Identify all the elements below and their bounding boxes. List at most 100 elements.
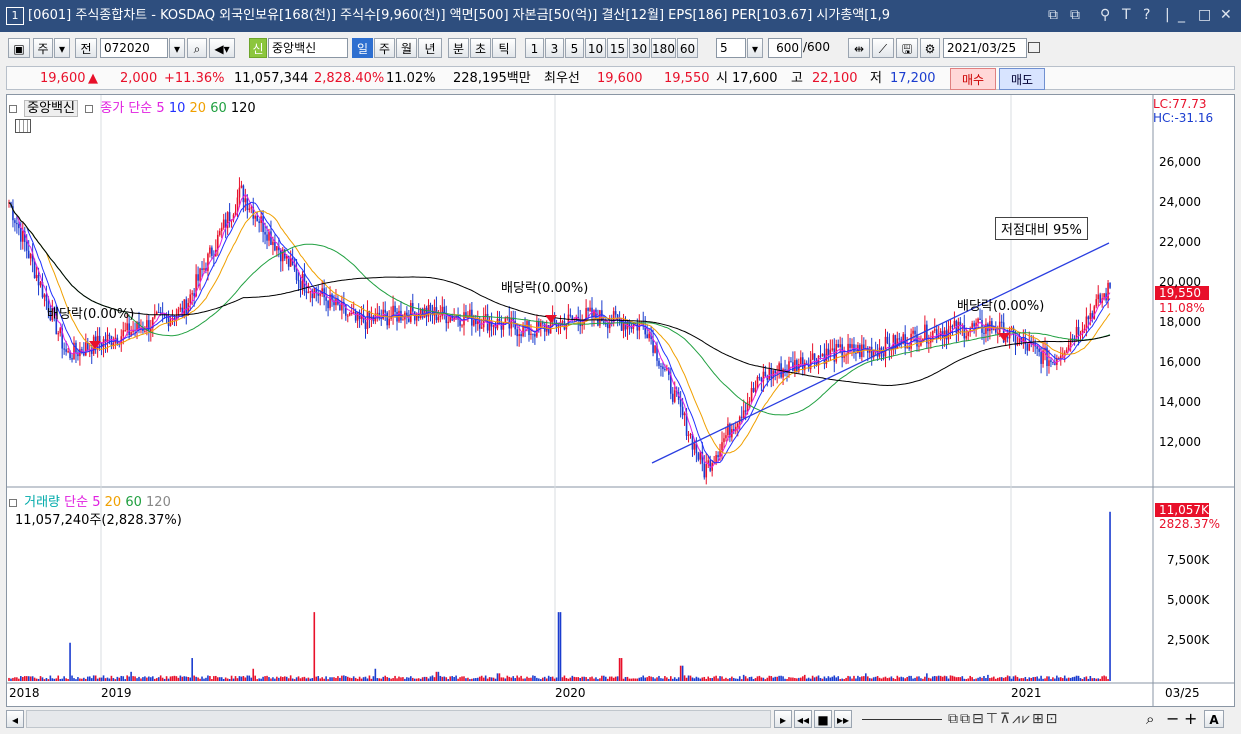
interval-1[interactable]: 1 xyxy=(525,38,544,58)
font-icon[interactable]: T xyxy=(1122,6,1131,24)
layout-icon[interactable]: ▣ xyxy=(8,38,30,58)
candle-body xyxy=(25,242,28,251)
low-compare-box[interactable]: 저점대비 95% xyxy=(995,217,1088,240)
trendline-tool-icon[interactable]: ⟋ xyxy=(872,38,894,58)
candle-body xyxy=(1095,299,1098,307)
volume-bar xyxy=(553,678,556,681)
close-icon[interactable]: ✕ xyxy=(1220,6,1232,24)
candle-body xyxy=(439,315,442,318)
volume-bar xyxy=(309,678,312,681)
fast-forward-icon[interactable]: ▸▸ xyxy=(834,710,852,728)
zoom-out-icon[interactable]: − xyxy=(1166,709,1179,728)
drawing-tools-icon[interactable]: ⧉⧉⊟⊤⊼⩘⩗⊞⊡ xyxy=(948,711,1059,727)
volume-bar xyxy=(817,675,820,681)
tab-day[interactable]: 일 xyxy=(352,38,373,58)
horizontal-scrollbar[interactable] xyxy=(26,710,771,728)
volume-bar xyxy=(778,675,780,681)
candle-body xyxy=(652,339,654,353)
candle-body xyxy=(681,406,684,416)
maximize-icon[interactable]: □ xyxy=(1198,6,1211,24)
zoom-slider[interactable] xyxy=(862,719,942,720)
jeon-button[interactable]: 전 xyxy=(75,38,97,58)
interval-60[interactable]: 60 xyxy=(677,38,698,58)
volume-bar xyxy=(128,676,130,681)
interval-180[interactable]: 180 xyxy=(651,38,676,58)
panel-icon[interactable] xyxy=(9,104,17,113)
rewind-icon[interactable]: ◂◂ xyxy=(794,710,812,728)
interval-5[interactable]: 5 xyxy=(565,38,584,58)
save-icon[interactable]: 🖫 xyxy=(896,38,918,58)
candle-body xyxy=(660,365,662,367)
candle-body xyxy=(1040,351,1042,364)
volume-y-tick: 7,500K xyxy=(1167,553,1210,567)
interval-30[interactable]: 30 xyxy=(629,38,650,58)
gear-icon[interactable]: ⚙ xyxy=(920,38,940,58)
search-icon[interactable]: ⌕ xyxy=(187,38,207,58)
stock-name-field[interactable]: 중앙백신 xyxy=(268,38,348,58)
tab-year[interactable]: 년 xyxy=(418,38,442,58)
tab-tick[interactable]: 틱 xyxy=(492,38,516,58)
date-input[interactable]: 2021/03/25 xyxy=(943,38,1027,58)
scroll-left-icon[interactable]: ◂ xyxy=(6,710,24,728)
chevron-down-icon[interactable]: ▾ xyxy=(169,38,185,58)
volume-bar xyxy=(624,677,627,681)
volume-bar xyxy=(408,677,410,681)
zoom-in-icon[interactable]: + xyxy=(1184,709,1197,728)
stop-icon[interactable]: ■ xyxy=(814,710,832,728)
stock-code-input[interactable]: 072020 xyxy=(100,38,168,58)
panel-icon[interactable] xyxy=(9,498,17,507)
volume-bar xyxy=(666,677,668,681)
interval-3[interactable]: 3 xyxy=(545,38,564,58)
volume-bar xyxy=(894,679,897,681)
volume-bar xyxy=(1087,678,1090,681)
volume-y-tick: 5,000K xyxy=(1167,593,1210,607)
volume-bar xyxy=(601,675,603,681)
tab-second[interactable]: 초 xyxy=(470,38,491,58)
volume-bar xyxy=(660,678,662,681)
count-input[interactable]: 600 xyxy=(768,38,802,58)
tab-minute[interactable]: 분 xyxy=(448,38,469,58)
candle-body xyxy=(1089,313,1092,320)
volume-bar xyxy=(1061,678,1064,681)
candle-body xyxy=(790,361,792,363)
volume-bar xyxy=(16,677,18,681)
chart-area[interactable]: 중앙백신 종가 단순 5 10 20 60 120 LC:77.73 HC:-3… xyxy=(6,94,1235,707)
candle-body xyxy=(648,333,650,339)
play-icon[interactable]: ▸ xyxy=(774,710,792,728)
volume-bar xyxy=(825,678,828,681)
buy-button[interactable]: 매수 xyxy=(950,68,996,90)
interval-15[interactable]: 15 xyxy=(607,38,628,58)
volume-bar xyxy=(433,677,436,681)
volume-bar xyxy=(583,676,585,681)
sound-icon[interactable]: ◀▾ xyxy=(209,38,235,58)
tab-week[interactable]: 주 xyxy=(374,38,395,58)
restore-layout-icon[interactable]: ⧉ xyxy=(1048,6,1058,24)
sell-button[interactable]: 매도 xyxy=(999,68,1045,90)
minimize-icon[interactable]: _ xyxy=(1178,6,1185,24)
volume-bar xyxy=(266,675,268,681)
table-view-icon[interactable] xyxy=(15,119,31,133)
volume-bar xyxy=(593,678,595,681)
interval-input[interactable]: 5 xyxy=(716,38,746,58)
volume-bar xyxy=(644,677,646,681)
volume-bar xyxy=(35,678,38,681)
volume-bar xyxy=(467,677,469,681)
interval-10[interactable]: 10 xyxy=(585,38,606,58)
candle-body xyxy=(654,345,656,353)
candle-body xyxy=(469,309,471,317)
font-size-icon[interactable]: A xyxy=(1204,710,1224,728)
candle-body xyxy=(742,410,745,418)
volume-bar xyxy=(86,676,89,681)
chevron-down-icon[interactable]: ▾ xyxy=(747,38,763,58)
market-select[interactable]: 주 xyxy=(33,38,53,58)
panel-icon[interactable] xyxy=(85,104,94,113)
candle-body xyxy=(386,312,388,326)
help-icon[interactable]: ? xyxy=(1143,6,1150,24)
copy-window-icon[interactable]: ⧉ xyxy=(1070,6,1080,24)
candle-tool-icon[interactable]: ⇹ xyxy=(848,38,870,58)
pin-icon[interactable]: ⚲ xyxy=(1100,6,1110,24)
magnifier-icon[interactable]: ⌕ xyxy=(1146,710,1154,728)
calendar-icon[interactable] xyxy=(1028,42,1040,53)
tab-month[interactable]: 월 xyxy=(396,38,417,58)
chevron-down-icon[interactable]: ▾ xyxy=(54,38,70,58)
